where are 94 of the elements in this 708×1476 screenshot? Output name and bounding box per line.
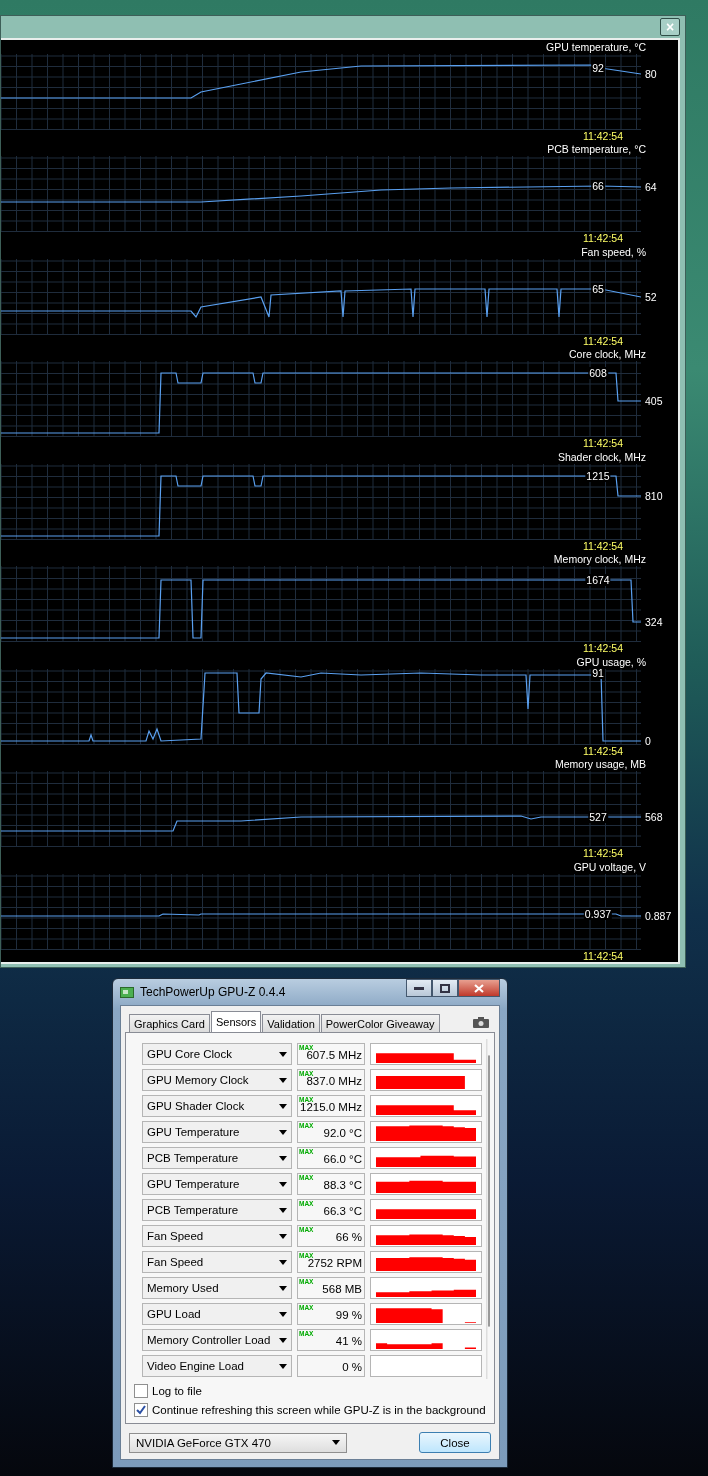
sensor-dropdown[interactable]: Memory Controller Load (142, 1329, 292, 1351)
value-text: 0 % (342, 1361, 363, 1375)
sensor-dropdown[interactable]: Fan Speed (142, 1225, 292, 1247)
sensor-dropdown[interactable]: GPU Memory Clock (142, 1069, 292, 1091)
tab[interactable]: PowerColor Giveaway (320, 1014, 440, 1032)
graph-title: GPU voltage, V (572, 859, 647, 874)
max-value: 91 (591, 666, 605, 679)
maximize-icon (440, 983, 450, 993)
current-value: 405 (645, 395, 663, 407)
sensor-dropdown[interactable]: GPU Shader Clock (142, 1095, 292, 1117)
caret-icon (279, 1155, 287, 1161)
current-value: 52 (645, 290, 657, 303)
checkbox-label: Continue refreshing this screen while GPU-Z is in the background (152, 1404, 486, 1416)
graph-time: 11:42:54 (581, 642, 624, 654)
graph-time: 11:42:54 (581, 847, 624, 859)
sensor-dropdown[interactable]: GPU Core Clock (142, 1043, 292, 1065)
graph-title: Shader clock, MHz (556, 449, 647, 464)
graph-title: Fan speed, % (580, 244, 647, 259)
caret-icon (279, 1207, 287, 1213)
max-value: 66 (591, 180, 605, 192)
sensor-dropdown[interactable]: GPU Temperature (142, 1121, 292, 1143)
check-icon (136, 1405, 146, 1415)
card-dropdown[interactable]: NVIDIA GeForce GTX 470 (129, 1432, 347, 1453)
minimize-icon (414, 986, 424, 990)
max-value: 1215 (585, 469, 611, 482)
caret-icon (279, 1337, 287, 1343)
sensor-dropdown[interactable]: GPU Temperature (142, 1173, 292, 1195)
value-text: 99 % (335, 1309, 363, 1323)
close-button[interactable] (458, 979, 500, 997)
current-value: 568 (645, 811, 663, 823)
value-text: 41 % (335, 1335, 363, 1349)
checkbox[interactable] (134, 1403, 148, 1417)
value-text: 607.5 MHz (306, 1049, 363, 1063)
value-text: 568 MB (322, 1283, 363, 1297)
max-value: 92 (591, 61, 605, 74)
close-button[interactable]: Close (419, 1432, 491, 1453)
current-value: 0.887 (645, 909, 672, 922)
graph-time: 11:42:54 (581, 334, 624, 347)
caret-icon (279, 1311, 287, 1317)
graph-title: GPU temperature, °C (545, 39, 647, 54)
caret-icon (279, 1259, 287, 1265)
max-value: 527 (588, 811, 608, 823)
maximize-button[interactable] (432, 979, 458, 997)
graph-time: 11:42:54 (581, 232, 624, 244)
caret-icon (279, 1285, 287, 1291)
tab[interactable]: Validation (262, 1014, 320, 1032)
graph-title: PCB temperature, °C (546, 142, 647, 156)
current-value: 324 (645, 616, 663, 628)
caret-icon (279, 1103, 287, 1109)
caret-icon (279, 1363, 287, 1369)
value-text: 2752 RPM (307, 1257, 363, 1271)
caret-icon (279, 1077, 287, 1083)
sensor-dropdown[interactable]: Video Engine Load (142, 1355, 292, 1377)
value-text: 837.0 MHz (306, 1075, 363, 1089)
minimize-button[interactable] (406, 979, 432, 997)
caret-icon (332, 1440, 340, 1445)
checkbox-label: Log to file (152, 1385, 202, 1397)
window-title: TechPowerUp GPU-Z 0.4.4 (140, 985, 287, 999)
graph-title: Core clock, MHz (568, 347, 647, 361)
value-text: 66.3 °C (323, 1205, 363, 1219)
graph-title: Memory usage, MB (553, 757, 647, 771)
graph-time: 11:42:54 (581, 129, 624, 142)
current-value: 80 (645, 67, 657, 80)
value-text: 1215.0 MHz (300, 1101, 363, 1115)
max-value: 608 (588, 367, 608, 379)
graph-time: 11:42:54 (581, 437, 624, 449)
value-text: 92.0 °C (323, 1127, 363, 1141)
sensor-dropdown[interactable]: Fan Speed (142, 1251, 292, 1273)
checkbox[interactable] (134, 1384, 148, 1398)
value-text: 66 % (335, 1231, 363, 1245)
graph-title: GPU usage, % (575, 654, 647, 669)
caret-icon (279, 1051, 287, 1057)
caret-icon (279, 1129, 287, 1135)
close-icon (474, 983, 484, 993)
sensor-dropdown[interactable]: GPU Load (142, 1303, 292, 1325)
graph-time: 11:42:54 (581, 539, 624, 552)
caret-icon (279, 1181, 287, 1187)
current-value: 810 (645, 489, 663, 502)
max-value: 1674 (585, 574, 611, 586)
graphics-card-icon (120, 986, 134, 998)
tab[interactable]: Sensors (210, 1011, 262, 1032)
current-value: 0 (645, 734, 651, 747)
sensor-dropdown[interactable]: Memory Used (142, 1277, 292, 1299)
current-value: 64 (645, 181, 657, 193)
caret-icon (279, 1233, 287, 1239)
value-text: 88.3 °C (323, 1179, 363, 1193)
sensor-dropdown[interactable]: PCB Temperature (142, 1147, 292, 1169)
camera-icon[interactable] (473, 1017, 489, 1028)
value-text: 66.0 °C (323, 1153, 363, 1167)
graph-title: Memory clock, MHz (552, 552, 647, 566)
graph-time: 11:42:54 (581, 744, 624, 757)
tab[interactable]: Graphics Card (129, 1014, 210, 1032)
graph-time: 11:42:54 (581, 949, 624, 962)
sensor-dropdown[interactable]: PCB Temperature (142, 1199, 292, 1221)
